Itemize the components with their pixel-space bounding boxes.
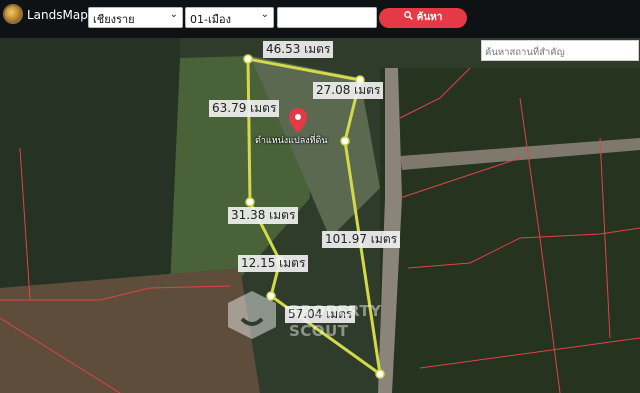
watermark-line2: SCOUT bbox=[289, 322, 349, 340]
search-button-label: ค้นหา bbox=[416, 12, 443, 23]
top-toolbar: LandsMaps เชียงราย ⌄ 01-เมืองเชียงราย ⌄ … bbox=[0, 0, 640, 44]
chevron-down-icon: ⌄ bbox=[169, 9, 178, 20]
province-select[interactable]: เชียงราย ⌄ bbox=[88, 7, 183, 28]
measurement-label: 12.15 เมตร bbox=[238, 255, 309, 272]
measurement-label: 101.97 เมตร bbox=[322, 231, 401, 248]
measurement-label: 63.79 เมตร bbox=[209, 100, 280, 117]
brand-name: LandsMaps bbox=[27, 8, 95, 22]
bare-ground-bottom bbox=[0, 268, 260, 393]
landsmaps-logo bbox=[3, 4, 23, 24]
place-search-input[interactable]: ค้นหาสถานที่สำคัญ bbox=[481, 40, 639, 61]
satellite-map[interactable]: 46.53 เมตร 27.08 เมตร 63.79 เมตร 31.38 เ… bbox=[0, 38, 640, 393]
place-search-placeholder: ค้นหาสถานที่สำคัญ bbox=[485, 47, 565, 58]
measurement-label: 31.38 เมตร bbox=[228, 207, 299, 224]
pin-label: ตำแหน่งแปลงที่ดิน bbox=[255, 136, 328, 146]
watermark-line1: PROPERTY bbox=[289, 302, 382, 320]
parcel-search-input[interactable] bbox=[277, 7, 377, 28]
chevron-down-icon: ⌄ bbox=[260, 9, 269, 20]
measurement-label: 46.53 เมตร bbox=[263, 41, 334, 58]
district-select[interactable]: 01-เมืองเชียงราย ⌄ bbox=[185, 7, 274, 44]
search-icon bbox=[403, 8, 413, 28]
province-value: เชียงราย bbox=[93, 13, 135, 26]
search-button[interactable]: ค้นหา bbox=[379, 8, 467, 28]
measurement-label: 27.08 เมตร bbox=[313, 82, 384, 99]
forest-right bbox=[380, 68, 640, 393]
